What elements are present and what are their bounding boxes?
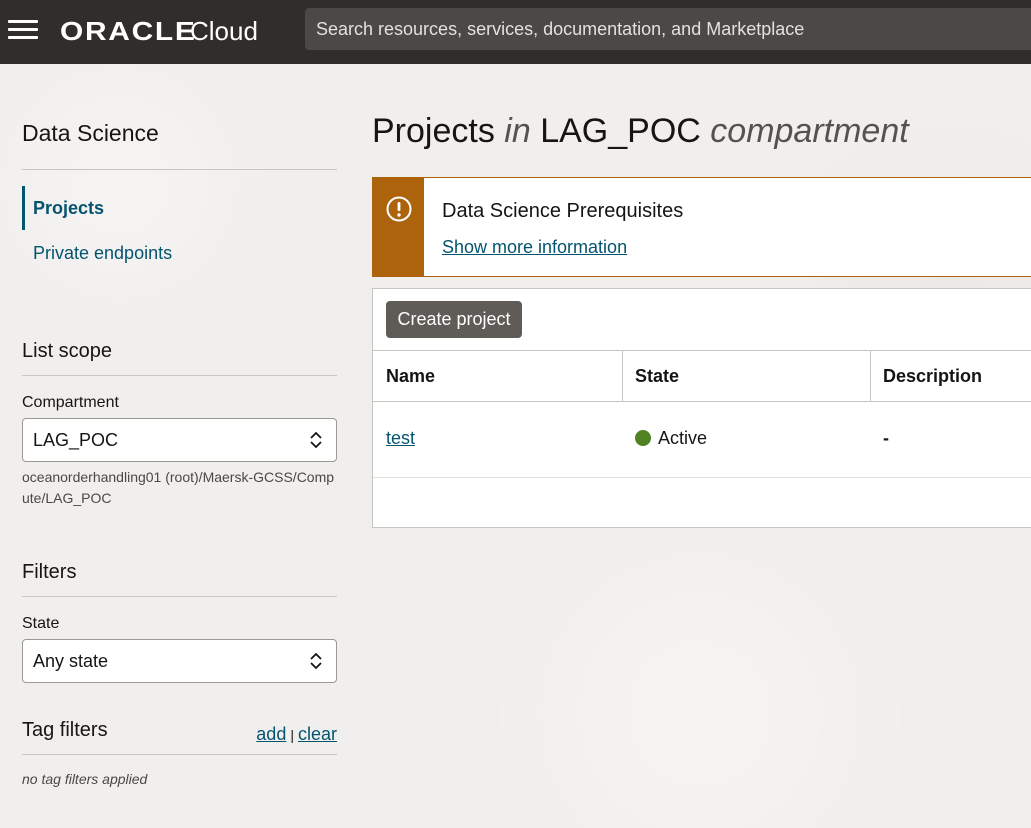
alert-title: Data Science Prerequisites (442, 200, 684, 222)
compartment-label: Compartment (22, 394, 119, 411)
divider (22, 169, 337, 170)
sidebar-title: Data Science (22, 120, 159, 146)
brand-name: ORACLE (60, 15, 197, 46)
column-header-state[interactable]: State (622, 351, 679, 401)
sidebar-item-projects[interactable]: Projects (22, 186, 337, 230)
state-filter-value: Any state (33, 651, 109, 671)
oracle-cloud-logo[interactable]: ORACLE Cloud (60, 14, 258, 48)
filters-heading: Filters (22, 561, 77, 583)
tag-filter-actions: add | clear (256, 724, 337, 745)
alert-accent-bar (373, 178, 424, 276)
create-project-button[interactable]: Create project (386, 301, 522, 338)
show-more-information-link[interactable]: Show more information (442, 237, 627, 258)
compartment-path: oceanorderhandling01 (root)/Maersk-GCSS/… (22, 469, 335, 506)
page-title-in: in (504, 112, 531, 150)
project-name-link[interactable]: test (386, 428, 415, 448)
page-title-suffix: compartment (710, 112, 909, 150)
tag-filters-heading: Tag filters (22, 719, 108, 741)
search-input[interactable] (316, 18, 1031, 40)
page-title-compartment: LAG_POC (540, 112, 701, 150)
table-row: test Active - (373, 402, 1031, 478)
add-tag-filter-link[interactable]: add (256, 724, 286, 744)
global-search (305, 8, 1031, 50)
project-state: Active (658, 428, 708, 448)
column-header-description[interactable]: Description (870, 351, 982, 401)
clear-tag-filters-link[interactable]: clear (298, 724, 337, 744)
list-scope-heading: List scope (22, 340, 113, 362)
updown-chevron-icon (310, 431, 322, 449)
page-title: Projects in LAG_POC compartment (372, 112, 909, 151)
divider (22, 754, 337, 755)
compartment-select[interactable]: LAG_POC (22, 418, 337, 462)
updown-chevron-icon (310, 652, 322, 670)
hamburger-menu-icon[interactable] (8, 18, 38, 40)
table-header-row: Name State Description (373, 350, 1031, 402)
warning-icon (386, 196, 412, 222)
separator: | (290, 727, 294, 743)
row-state-cell: Active (635, 428, 707, 449)
column-header-name[interactable]: Name (373, 351, 435, 401)
project-description: - (883, 428, 889, 448)
compartment-value: LAG_POC (33, 430, 119, 450)
projects-table-panel: Create project Name State Description te… (372, 288, 1031, 528)
top-navigation-bar: ORACLE Cloud (0, 0, 1031, 64)
divider (22, 596, 337, 597)
prerequisites-alert: Data Science Prerequisites Show more inf… (372, 177, 1031, 277)
tag-filters-empty-note: no tag filters applied (22, 771, 148, 787)
page-title-resource: Projects (372, 112, 495, 150)
sidebar-item-private-endpoints[interactable]: Private endpoints (22, 231, 337, 275)
state-filter-label: State (22, 615, 60, 632)
divider (22, 375, 337, 376)
row-name-cell: test (386, 428, 415, 449)
state-filter-select[interactable]: Any state (22, 639, 337, 683)
active-status-dot-icon (635, 430, 651, 446)
